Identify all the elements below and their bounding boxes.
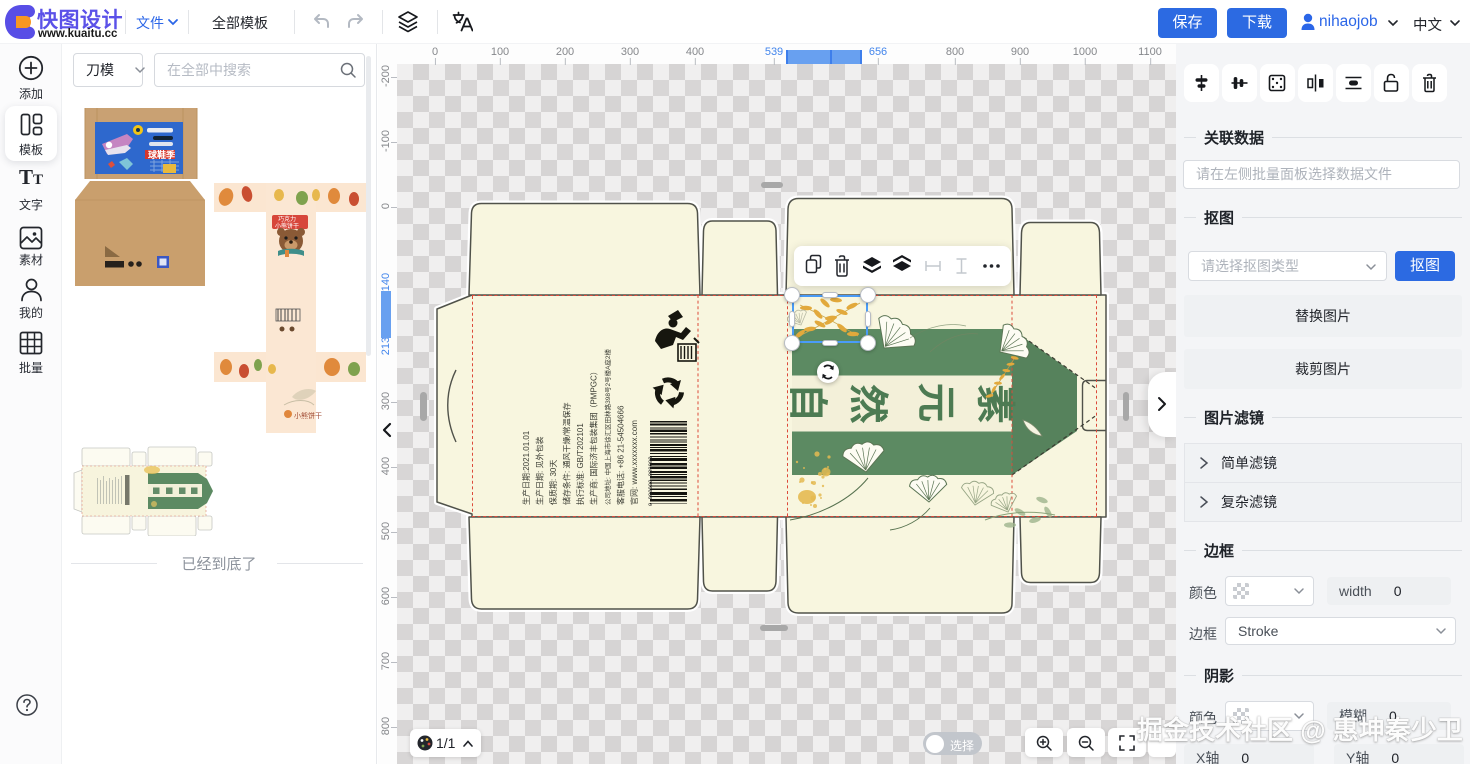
svg-text:小熊饼干: 小熊饼干 xyxy=(294,411,322,420)
svg-text:巧克力: 巧克力 xyxy=(278,215,296,223)
svg-text:球鞋季: 球鞋季 xyxy=(148,149,176,160)
